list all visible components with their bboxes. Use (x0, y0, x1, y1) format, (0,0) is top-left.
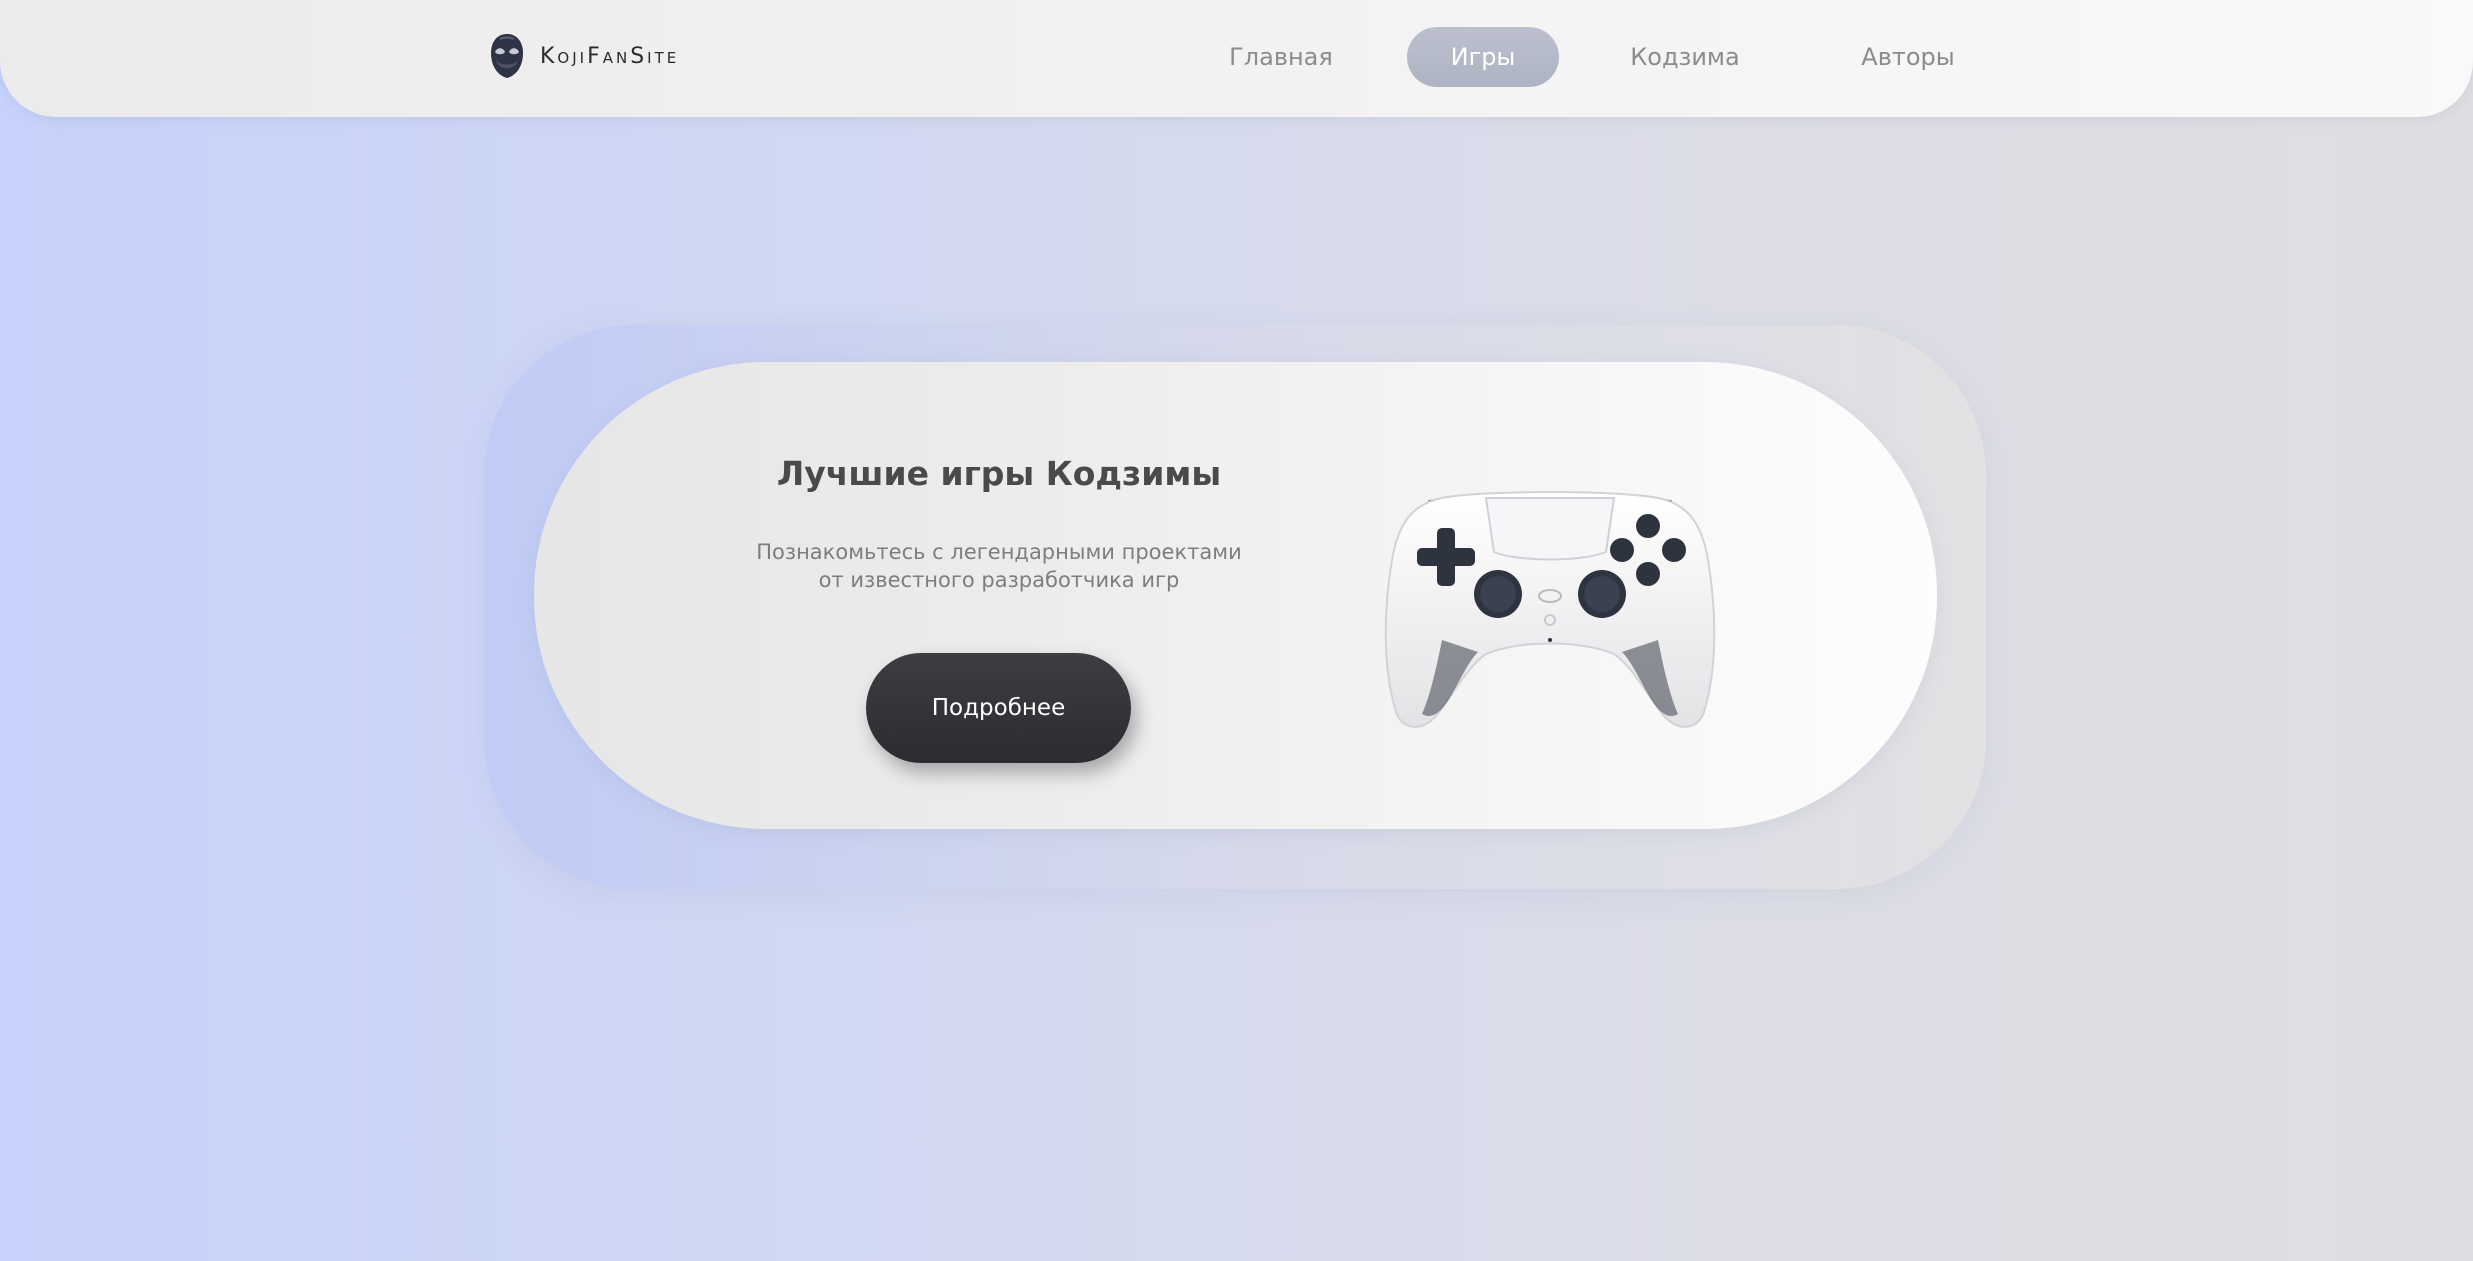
more-button[interactable]: Подробнее (866, 653, 1131, 763)
gamepad-icon (1384, 491, 1716, 728)
nav-item-authors[interactable]: Авторы (1848, 27, 1968, 87)
nav-item-kojima[interactable]: Кодзима (1620, 27, 1750, 87)
hero-description: Познакомьтесь с легендарными проектами о… (756, 540, 1242, 592)
nav-item-home[interactable]: Главная (1220, 27, 1342, 87)
hero-card (534, 362, 1937, 829)
nav-item-games[interactable]: Игры (1407, 27, 1559, 87)
site-logo[interactable]: KojiFanSite (488, 33, 679, 79)
site-header: KojiFanSite Главная Игры Кодзима Авторы (0, 0, 2473, 117)
mask-icon (491, 34, 523, 78)
site-logo-text: KojiFanSite (540, 43, 680, 69)
hero-title: Лучшие игры Кодзимы (776, 454, 1222, 493)
